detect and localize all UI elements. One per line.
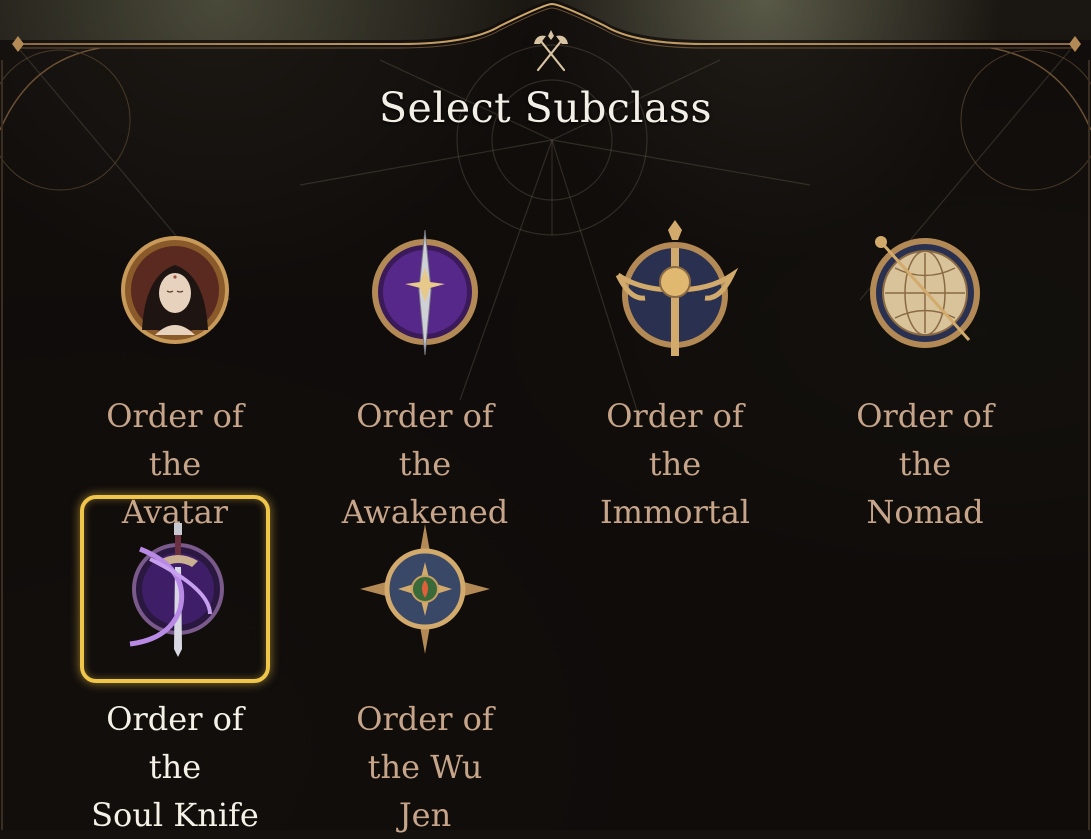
- subclass-awakened-icon-wrap[interactable]: [335, 200, 515, 380]
- subclass-wu-jen[interactable]: Order of the Wu Jen: [325, 495, 525, 839]
- page-title: Select Subclass: [378, 84, 713, 132]
- star-dagger-icon: [372, 229, 478, 356]
- subclass-soul-knife[interactable]: Order of the Soul Knife: [75, 495, 275, 839]
- psychic-blade-icon: [129, 523, 224, 657]
- subclass-wu-jen-label: Order of the Wu Jen: [356, 700, 494, 834]
- subclass-awakened[interactable]: Order of the Awakened: [325, 200, 525, 536]
- subclass-avatar[interactable]: Order of the Avatar: [75, 200, 275, 536]
- subclass-immortal[interactable]: Order of the Immortal: [575, 200, 775, 536]
- subclass-immortal-icon-wrap[interactable]: [585, 200, 765, 380]
- subclass-nomad-label: Order of the Nomad: [856, 397, 994, 531]
- subclass-avatar-icon-wrap[interactable]: [85, 200, 265, 380]
- serene-woman-portrait-icon: [121, 236, 229, 344]
- subclass-wu-jen-icon-wrap[interactable]: [335, 495, 515, 683]
- crossed-axes-emblem-icon: [534, 30, 568, 72]
- globe-compass-icon: [870, 235, 980, 348]
- subclass-nomad-icon-wrap[interactable]: [835, 200, 1015, 380]
- subclass-nomad[interactable]: Order of the Nomad: [825, 200, 1025, 536]
- subclass-soul-knife-label: Order of the Soul Knife: [91, 700, 259, 834]
- golden-scepter-icon: [615, 220, 739, 356]
- compass-star-flame-icon: [360, 524, 490, 654]
- subclass-immortal-label: Order of the Immortal: [599, 397, 751, 531]
- subclass-soul-knife-icon-wrap[interactable]: [80, 495, 270, 683]
